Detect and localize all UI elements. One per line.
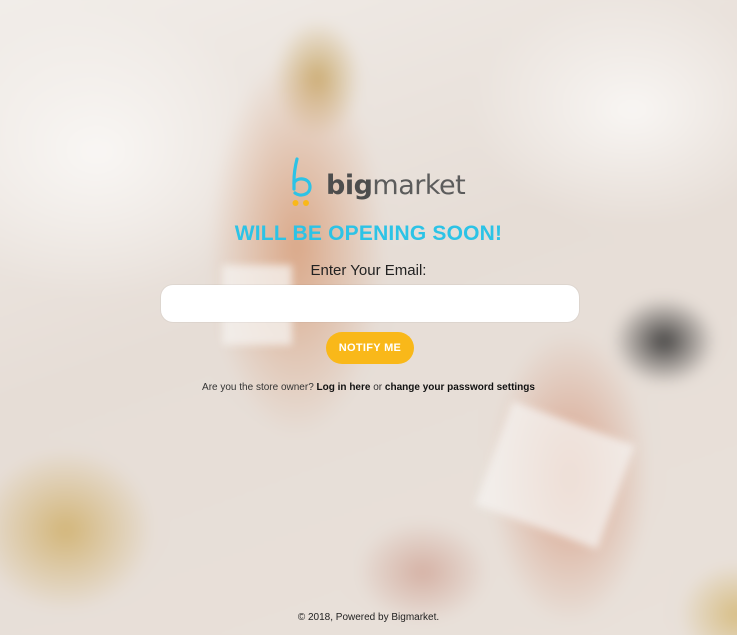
brand-name-light: market	[372, 169, 466, 201]
page-title: WILL BE OPENING SOON!	[234, 222, 503, 245]
owner-separator: or	[373, 382, 383, 393]
brand-name-bold: big	[326, 169, 373, 201]
owner-prompt: Are you the store owner? Log in here or …	[0, 382, 737, 393]
owner-question: Are you the store owner?	[202, 382, 314, 393]
footer-copyright: © 2018, Powered by Bigmarket.	[297, 612, 440, 623]
email-label: Enter Your Email:	[310, 262, 427, 279]
brand-logo: bigmarket	[288, 156, 466, 210]
brand-wordmark: bigmarket	[326, 169, 466, 201]
bigmarket-logo-icon	[288, 157, 320, 209]
notify-me-button[interactable]: NOTIFY ME	[326, 332, 414, 364]
email-field[interactable]	[161, 285, 579, 322]
login-link[interactable]: Log in here	[317, 382, 371, 393]
coming-soon-panel: bigmarket WILL BE OPENING SOON! Enter Yo…	[0, 0, 737, 635]
change-password-link[interactable]: change your password settings	[385, 382, 535, 393]
